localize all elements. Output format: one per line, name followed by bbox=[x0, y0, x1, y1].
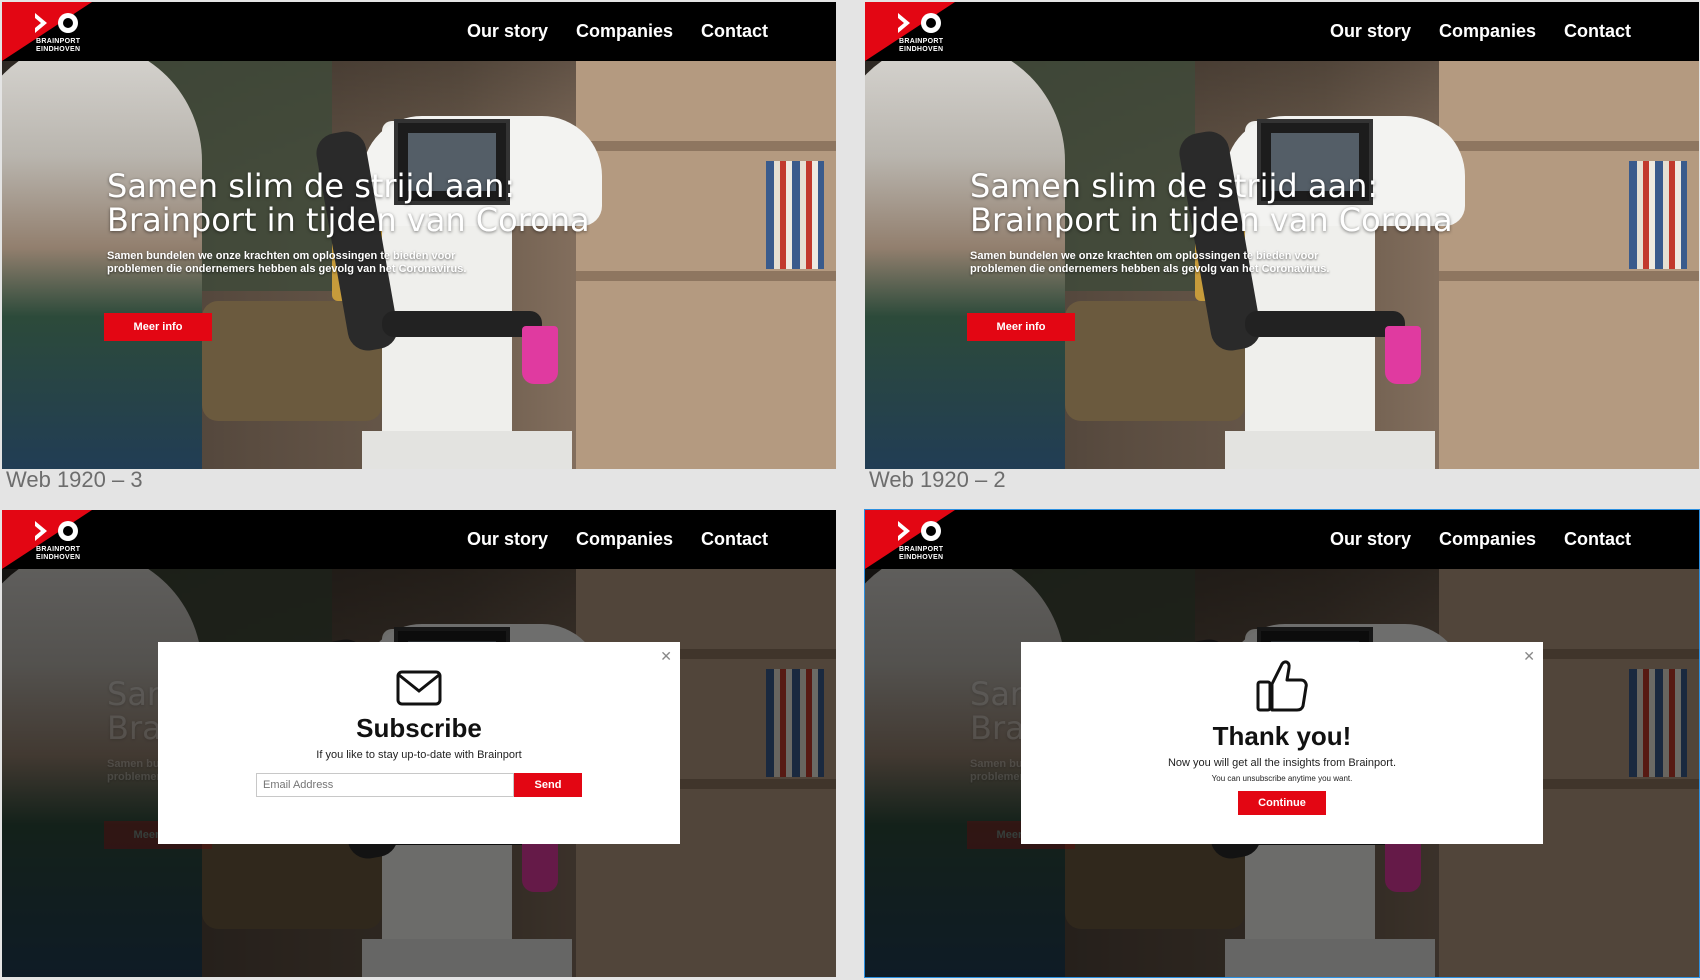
hero-image: Samen slim de strijd aan:Brainport in ti… bbox=[865, 61, 1699, 469]
artboard-web-1920-2: BRAINPORT EINDHOVEN Our story Companies C… bbox=[865, 2, 1699, 469]
hero-image: Samen slim de strijd aan:Brainport in ti… bbox=[2, 61, 836, 469]
artboard-web-1920-3: BRAINPORT EINDHOVEN Our story Companies C… bbox=[2, 2, 836, 469]
nav-contact[interactable]: Contact bbox=[1564, 529, 1631, 550]
brainport-logo-icon[interactable] bbox=[898, 11, 944, 35]
close-icon[interactable]: ✕ bbox=[660, 648, 672, 665]
nav-our-story[interactable]: Our story bbox=[1330, 529, 1411, 550]
logo-text: BRAINPORT EINDHOVEN bbox=[36, 546, 81, 561]
hero-title: Samen slim de strijd aan:Brainport in ti… bbox=[107, 167, 590, 239]
brainport-logo-icon[interactable] bbox=[35, 11, 81, 35]
brainport-logo-icon[interactable] bbox=[35, 519, 81, 543]
nav-our-story[interactable]: Our story bbox=[467, 21, 548, 42]
close-icon[interactable]: ✕ bbox=[1523, 648, 1535, 665]
meer-info-button[interactable]: Meer info bbox=[967, 313, 1075, 341]
hero-title: Samen slim de strijd aan:Brainport in ti… bbox=[970, 167, 1453, 239]
thank-you-modal: ✕ Thank you! Now you will get all the in… bbox=[1021, 642, 1543, 844]
logo-text: BRAINPORT EINDHOVEN bbox=[36, 38, 81, 53]
nav-companies[interactable]: Companies bbox=[1439, 21, 1536, 42]
nav-bar: BRAINPORT EINDHOVEN Our story Companies C… bbox=[2, 2, 836, 61]
nav-bar: BRAINPORT EINDHOVEN Our story Companies C… bbox=[2, 510, 836, 569]
brainport-logo-icon[interactable] bbox=[898, 519, 944, 543]
subscribe-modal: ✕ Subscribe If you like to stay up-to-da… bbox=[158, 642, 680, 844]
nav-our-story[interactable]: Our story bbox=[1330, 21, 1411, 42]
artboard-thank-you: BRAINPORT EINDHOVEN Our story Companies C… bbox=[864, 509, 1700, 978]
artboard-subscribe: BRAINPORT EINDHOVEN Our story Companies C… bbox=[2, 510, 836, 977]
thumbs-up-icon bbox=[1256, 660, 1308, 712]
envelope-icon bbox=[396, 670, 442, 706]
nav-bar: BRAINPORT EINDHOVEN Our story Companies C… bbox=[865, 510, 1699, 569]
subscribe-text: If you like to stay up-to-date with Brai… bbox=[316, 749, 522, 761]
continue-button[interactable]: Continue bbox=[1238, 791, 1326, 815]
logo-text: BRAINPORT EINDHOVEN bbox=[899, 546, 944, 561]
nav-contact[interactable]: Contact bbox=[701, 21, 768, 42]
nav-contact[interactable]: Contact bbox=[701, 529, 768, 550]
send-button[interactable]: Send bbox=[514, 773, 582, 797]
meer-info-button[interactable]: Meer info bbox=[104, 313, 212, 341]
hero-subtitle: Samen bundelen we onze krachten om oplos… bbox=[970, 250, 1330, 275]
unsubscribe-note: You can unsubscribe anytime you want. bbox=[1211, 774, 1353, 783]
hero-subtitle: Samen bundelen we onze krachten om oplos… bbox=[107, 250, 467, 275]
subscribe-title: Subscribe bbox=[356, 713, 482, 743]
artboard-label: Web 1920 – 3 bbox=[6, 467, 143, 492]
artboard-label: Web 1920 – 2 bbox=[869, 467, 1006, 492]
logo-text: BRAINPORT EINDHOVEN bbox=[899, 38, 944, 53]
nav-contact[interactable]: Contact bbox=[1564, 21, 1631, 42]
nav-our-story[interactable]: Our story bbox=[467, 529, 548, 550]
email-input[interactable] bbox=[256, 773, 514, 797]
thank-you-text: Now you will get all the insights from B… bbox=[1167, 757, 1397, 769]
thank-you-title: Thank you! bbox=[1212, 721, 1352, 751]
nav-companies[interactable]: Companies bbox=[576, 529, 673, 550]
nav-companies[interactable]: Companies bbox=[576, 21, 673, 42]
nav-companies[interactable]: Companies bbox=[1439, 529, 1536, 550]
nav-bar: BRAINPORT EINDHOVEN Our story Companies C… bbox=[865, 2, 1699, 61]
